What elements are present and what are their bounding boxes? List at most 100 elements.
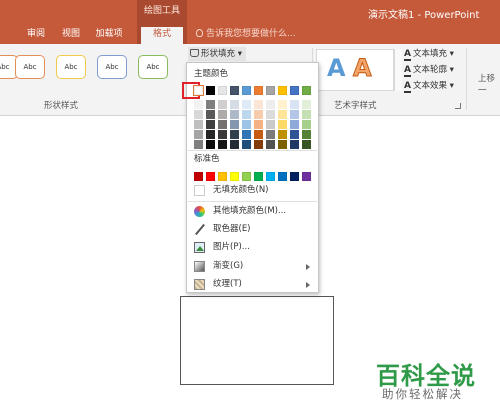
gradient-fill-item[interactable]: 渐变(G) [187, 258, 318, 275]
bring-forward-button[interactable]: 上移一 [478, 72, 500, 96]
wordart-gallery[interactable]: A A [316, 49, 394, 91]
theme-shade-swatch[interactable] [302, 100, 311, 109]
theme-shade-swatch[interactable] [242, 110, 251, 119]
theme-shade-swatch[interactable] [218, 130, 227, 139]
theme-color-swatch[interactable] [254, 86, 263, 95]
theme-shade-swatch[interactable] [266, 120, 275, 129]
theme-shade-swatch[interactable] [242, 100, 251, 109]
theme-shade-swatch[interactable] [242, 140, 251, 149]
theme-shade-swatch[interactable] [206, 120, 215, 129]
tab-format[interactable]: 格式 [141, 27, 183, 44]
shape-fill-button[interactable]: 形状填充 ▾ [188, 47, 246, 61]
standard-color-swatch[interactable] [266, 172, 275, 181]
texture-fill-label: 纹理(T) [213, 279, 242, 289]
theme-shade-swatch[interactable] [194, 100, 203, 109]
theme-color-swatch[interactable] [290, 86, 299, 95]
theme-shade-swatch[interactable] [302, 120, 311, 129]
wordart-preset-2[interactable]: A [353, 54, 373, 83]
theme-shade-swatch[interactable] [230, 130, 239, 139]
standard-color-swatch[interactable] [254, 172, 263, 181]
texture-fill-item[interactable]: 纹理(T) [187, 276, 318, 293]
theme-shade-swatch[interactable] [278, 140, 287, 149]
theme-shade-swatch[interactable] [266, 140, 275, 149]
wordart-preset-1[interactable]: A [327, 54, 346, 82]
more-fill-colors-item[interactable]: 其他填充颜色(M)... [187, 203, 318, 220]
text-outline-button[interactable]: A 文本轮廓 ▾ [404, 64, 454, 77]
shape-style-preset-5[interactable]: Abc [138, 55, 168, 79]
theme-shade-swatch[interactable] [278, 120, 287, 129]
theme-shade-swatch[interactable] [230, 140, 239, 149]
text-fill-button[interactable]: A 文本填充 ▾ [404, 48, 454, 61]
theme-shade-swatch[interactable] [290, 120, 299, 129]
tell-me-search[interactable]: 告诉我您想要做什么... [196, 27, 296, 44]
theme-shade-swatch[interactable] [254, 120, 263, 129]
wordart-styles-group-label: 艺术字样式 [334, 101, 377, 111]
standard-color-swatch[interactable] [194, 172, 203, 181]
standard-color-swatch[interactable] [218, 172, 227, 181]
theme-shade-swatch[interactable] [206, 100, 215, 109]
no-fill-item[interactable]: 无填充颜色(N) [187, 182, 318, 199]
dialog-launcher-icon[interactable] [455, 103, 461, 109]
tab-addins[interactable]: 加载项 [91, 27, 127, 44]
theme-shade-swatch[interactable] [290, 100, 299, 109]
theme-shade-swatch[interactable] [206, 130, 215, 139]
selected-rectangle-shape[interactable] [180, 296, 334, 385]
standard-color-swatch[interactable] [230, 172, 239, 181]
standard-color-swatch[interactable] [206, 172, 215, 181]
theme-shade-swatch[interactable] [266, 130, 275, 139]
theme-color-swatch[interactable] [266, 86, 275, 95]
theme-shade-swatch[interactable] [302, 110, 311, 119]
theme-shade-swatch[interactable] [278, 110, 287, 119]
theme-shade-swatch[interactable] [230, 120, 239, 129]
theme-color-swatch[interactable] [230, 86, 239, 95]
tab-view[interactable]: 视图 [57, 27, 85, 44]
theme-shade-swatch[interactable] [302, 140, 311, 149]
eyedropper-item[interactable]: 取色器(E) [187, 221, 318, 238]
text-effects-button[interactable]: A 文本效果 ▾ [404, 80, 454, 93]
theme-shade-swatch[interactable] [278, 130, 287, 139]
standard-color-swatch[interactable] [278, 172, 287, 181]
theme-color-swatch[interactable] [302, 86, 311, 95]
theme-color-swatch[interactable] [218, 86, 227, 95]
theme-shade-swatch[interactable] [230, 110, 239, 119]
theme-shade-swatch[interactable] [194, 140, 203, 149]
theme-shade-swatch[interactable] [194, 130, 203, 139]
standard-color-swatch[interactable] [290, 172, 299, 181]
tab-review[interactable]: 审阅 [22, 27, 50, 44]
theme-shade-swatch[interactable] [266, 100, 275, 109]
theme-shade-swatch[interactable] [290, 140, 299, 149]
theme-shade-swatch[interactable] [254, 130, 263, 139]
theme-shade-swatch[interactable] [266, 110, 275, 119]
theme-color-swatch[interactable] [242, 86, 251, 95]
shape-style-preset-4[interactable]: Abc [97, 55, 127, 79]
standard-color-swatch[interactable] [242, 172, 251, 181]
shape-style-preset-3[interactable]: Abc [56, 55, 86, 79]
text-fill-label: 文本填充 [412, 49, 447, 59]
theme-color-swatch[interactable] [278, 86, 287, 95]
theme-color-swatch[interactable] [193, 85, 204, 96]
theme-color-swatch[interactable] [206, 86, 215, 95]
theme-shade-swatch[interactable] [254, 110, 263, 119]
theme-shade-swatch[interactable] [242, 120, 251, 129]
theme-shade-swatch[interactable] [242, 130, 251, 139]
theme-shade-swatch[interactable] [254, 140, 263, 149]
theme-shade-swatch[interactable] [290, 110, 299, 119]
theme-shade-swatch[interactable] [194, 120, 203, 129]
theme-shade-swatch[interactable] [206, 110, 215, 119]
shape-style-preset-2[interactable]: Abc [15, 55, 45, 79]
theme-shade-swatch[interactable] [230, 100, 239, 109]
theme-shade-swatch[interactable] [206, 140, 215, 149]
picture-fill-item[interactable]: 图片(P)... [187, 239, 318, 256]
shape-styles-group-label: 形状样式 [44, 101, 79, 111]
theme-shade-swatch[interactable] [290, 130, 299, 139]
standard-color-swatch[interactable] [302, 172, 311, 181]
theme-shade-swatch[interactable] [218, 110, 227, 119]
theme-shade-swatch[interactable] [194, 110, 203, 119]
wordart-gallery-scroll[interactable] [394, 49, 402, 91]
theme-shade-swatch[interactable] [254, 100, 263, 109]
theme-shade-swatch[interactable] [218, 120, 227, 129]
theme-shade-swatch[interactable] [218, 100, 227, 109]
theme-shade-swatch[interactable] [302, 130, 311, 139]
theme-shade-swatch[interactable] [218, 140, 227, 149]
theme-shade-swatch[interactable] [278, 100, 287, 109]
